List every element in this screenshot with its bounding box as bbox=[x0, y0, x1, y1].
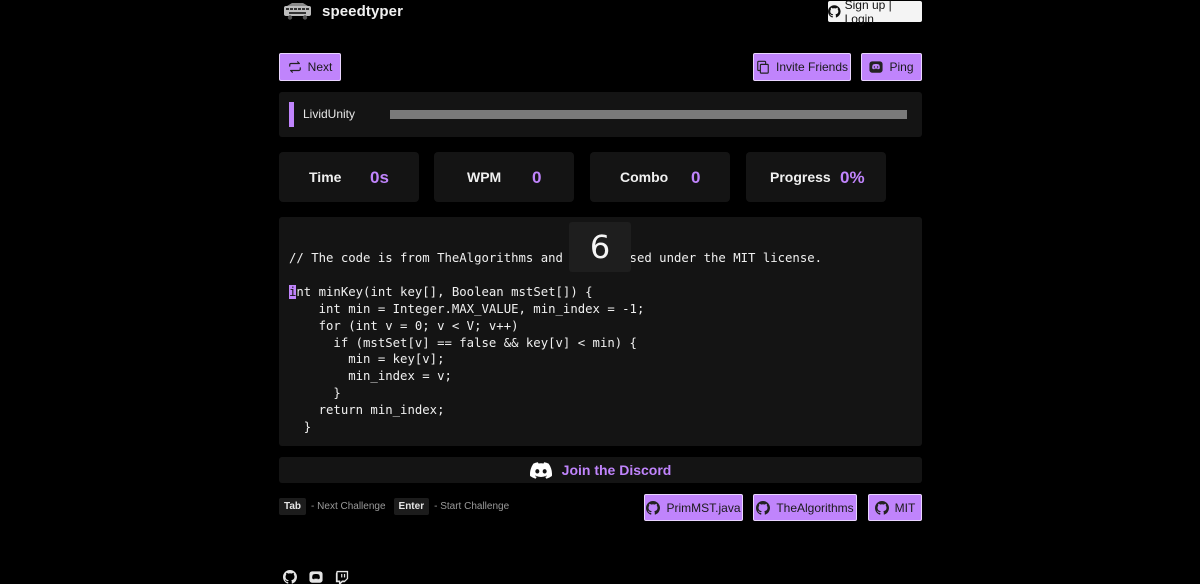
stat-progress-value: 0% bbox=[840, 168, 865, 187]
code-line: min_index = v; bbox=[289, 369, 452, 384]
code-line: // The code is from TheAlgorithms and is… bbox=[289, 251, 823, 265]
enter-hint: - Start Challenge bbox=[434, 501, 510, 512]
discord-icon[interactable] bbox=[309, 570, 323, 584]
code-line: } bbox=[289, 420, 312, 435]
invite-friends-button[interactable]: Invite Friends bbox=[753, 53, 851, 81]
source-repo-button[interactable]: TheAlgorithms bbox=[753, 494, 857, 521]
next-button[interactable]: Next bbox=[279, 53, 341, 81]
countdown-timer: 6 bbox=[569, 222, 631, 272]
copy-icon bbox=[757, 60, 769, 74]
license-label: MIT bbox=[894, 500, 916, 515]
stat-wpm-value: 0 bbox=[532, 168, 542, 187]
tab-hint: - Next Challenge bbox=[311, 501, 386, 512]
stat-combo-label: Combo bbox=[620, 169, 669, 185]
twitch-icon[interactable] bbox=[335, 570, 349, 584]
join-discord-label: Join the Discord bbox=[561, 462, 672, 478]
github-icon bbox=[874, 500, 889, 515]
stat-wpm: WPM 0 bbox=[434, 152, 574, 202]
tab-key: Tab bbox=[279, 498, 307, 515]
stat-combo-value: 0 bbox=[691, 168, 701, 187]
github-icon[interactable] bbox=[283, 570, 297, 584]
discord-icon bbox=[869, 61, 884, 73]
keyboard-car-icon bbox=[283, 2, 312, 20]
code-line: int minKey(int key[], Boolean mstSet[]) … bbox=[289, 284, 593, 299]
stat-time: Time 0s bbox=[279, 152, 419, 202]
code-line: return min_index; bbox=[289, 403, 445, 418]
join-discord-link[interactable]: Join the Discord bbox=[279, 457, 922, 483]
enter-key: Enter bbox=[393, 498, 430, 515]
discord-icon bbox=[529, 461, 552, 479]
github-icon bbox=[646, 500, 661, 515]
code-line: if (mstSet[v] == false && key[v] < min) … bbox=[289, 335, 637, 350]
source-file-label: PrimMST.java bbox=[666, 500, 741, 515]
racer-name: LividUnity bbox=[303, 107, 356, 121]
brand-name: speedtyper bbox=[322, 2, 404, 20]
code-line: int min = Integer.MAX_VALUE, min_index =… bbox=[289, 301, 645, 316]
source-repo-label: TheAlgorithms bbox=[776, 500, 854, 515]
code-text[interactable]: // The code is from TheAlgorithms and is… bbox=[289, 250, 822, 436]
code-line: for (int v = 0; v < V; v++) bbox=[289, 318, 519, 333]
source-file-button[interactable]: PrimMST.java bbox=[644, 494, 743, 521]
stat-time-label: Time bbox=[309, 169, 342, 185]
signup-login-button[interactable]: Sign up | Login bbox=[828, 0, 922, 26]
speedtyper-page: speedtyper Sign up | Login Next Invite F… bbox=[0, 0, 1200, 584]
code-line: min = key[v]; bbox=[289, 352, 445, 367]
racer-accent bbox=[289, 102, 294, 127]
github-icon bbox=[828, 5, 841, 18]
footer-social-links bbox=[283, 570, 349, 584]
ping-button[interactable]: Ping bbox=[861, 53, 922, 81]
racer-bar: LividUnity bbox=[279, 92, 922, 137]
github-icon bbox=[756, 500, 771, 515]
stat-time-value: 0s bbox=[370, 168, 389, 187]
racer-progress-track bbox=[390, 110, 907, 119]
logo[interactable]: speedtyper bbox=[283, 0, 403, 22]
license-button[interactable]: MIT bbox=[868, 494, 922, 521]
next-label: Next bbox=[307, 60, 333, 74]
invite-friends-label: Invite Friends bbox=[775, 60, 849, 74]
code-line: } bbox=[289, 386, 341, 401]
signup-login-label: Sign up | Login bbox=[844, 0, 892, 26]
keyboard-hints: Tab - Next Challenge Enter - Start Chall… bbox=[279, 498, 517, 515]
ping-label: Ping bbox=[889, 60, 914, 74]
stat-progress-label: Progress bbox=[770, 169, 831, 185]
stat-combo: Combo 0 bbox=[590, 152, 730, 202]
typing-cursor: i bbox=[289, 284, 297, 299]
stat-progress: Progress 0% bbox=[746, 152, 886, 202]
repeat-icon bbox=[288, 61, 301, 73]
stat-wpm-label: WPM bbox=[467, 169, 502, 185]
